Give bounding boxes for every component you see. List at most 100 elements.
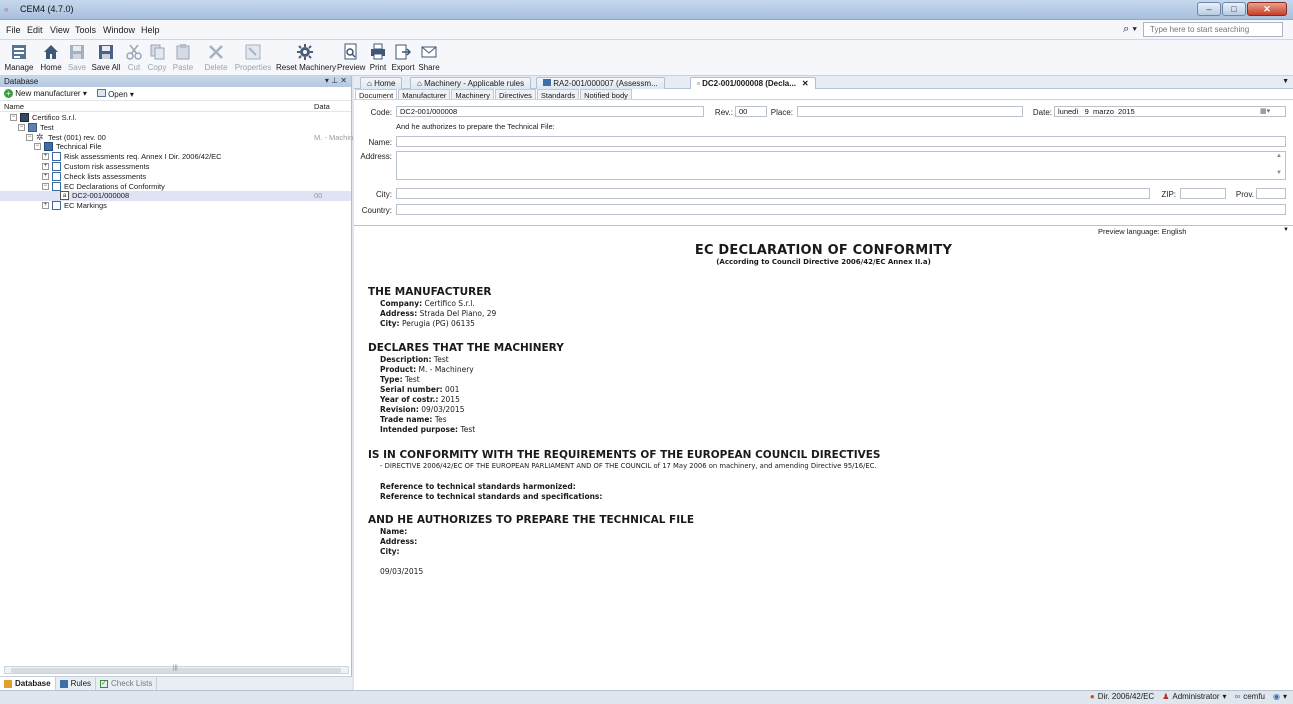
tab-database[interactable]: Database [0,677,56,690]
tree-node[interactable]: + EC Markings [0,201,351,211]
tree-node[interactable]: + Custom risk assessments [0,161,351,172]
expand-icon[interactable]: + [42,162,49,170]
delete-button[interactable]: Delete [201,43,231,72]
menu-file[interactable]: File [6,25,21,35]
address-label: Address: [360,152,392,161]
copy-button[interactable]: Copy [145,43,169,72]
status-directive[interactable]: ● Dir. 2006/42/EC [1090,692,1154,701]
manage-button[interactable]: Manage [4,43,34,72]
tab-machinery-rules[interactable]: ⌂ Machinery - Applicable rules [410,77,532,89]
place-field[interactable] [797,106,1023,117]
collapse-icon[interactable]: − [34,143,41,151]
rev-field[interactable] [735,106,767,117]
tree-node[interactable]: − EC Declarations of Conformity [0,181,351,192]
column-data[interactable]: Data [314,102,330,111]
export-button[interactable]: Export [390,43,416,72]
reset-machinery-button[interactable]: Reset Machinery [276,43,336,72]
subtab-standards[interactable]: Standards [536,89,580,100]
menu-window[interactable]: Window [103,25,135,35]
cut-button[interactable]: Cut [124,43,144,72]
collapse-icon[interactable]: − [42,182,49,190]
open-button[interactable]: Open ▾ [96,88,134,99]
zip-field[interactable] [1180,188,1226,199]
tab-declaration[interactable]: ▫ DC2-001/000008 (Decla... ✕ [690,77,816,89]
close-tab-icon[interactable]: ✕ [802,79,809,88]
tree-node[interactable]: − Test [0,122,351,133]
paste-button[interactable]: Paste [170,43,196,72]
tree-node-selected[interactable]: a DC2-001/000008 00 [0,191,351,202]
preview-language-select[interactable]: Preview language: English [1098,227,1186,236]
tree-node[interactable]: + Check lists assessments [0,171,351,182]
search-icon[interactable]: ⌕ ▾ [1123,23,1137,36]
printer-icon [371,43,385,60]
menu-edit[interactable]: Edit [27,25,43,35]
save-button[interactable]: Save [66,43,88,72]
tree-node[interactable]: − Technical File [0,142,351,152]
share-button[interactable]: Share [417,43,441,72]
copy-icon [150,44,165,60]
minimize-button[interactable]: – [1197,2,1221,16]
textarea-scroll-up-icon[interactable]: ▲ [1276,153,1282,159]
menu-help[interactable]: Help [141,25,160,35]
chevron-down-icon[interactable]: ▼ [1283,227,1289,233]
name-field[interactable] [396,136,1286,147]
rules-icon [59,679,68,688]
maximize-button[interactable]: □ [1222,2,1246,16]
serial-line: Serial number: 001 [380,385,460,394]
search-input[interactable] [1143,22,1283,37]
pane-bottom-tabs: Database Rules ✓ Check Lists [0,676,352,690]
preview-date: 09/03/2015 [380,567,424,576]
tabs-dropdown-icon[interactable]: ▼ [1282,78,1289,85]
preview-button[interactable]: Preview [337,43,365,72]
expand-icon[interactable]: + [42,202,49,210]
close-button[interactable]: ✕ [1247,2,1287,16]
declaration-form: Code: Rev.: Place: Date: ▦▾ And he autho… [354,100,1293,226]
pane-controls[interactable]: ▾ ⊥ ✕ [325,76,347,85]
collapse-icon[interactable]: − [18,123,25,131]
subtab-document[interactable]: Document [355,89,398,100]
collapse-icon[interactable]: − [26,133,33,141]
menu-tools[interactable]: Tools [75,25,96,35]
home-button[interactable]: Home [38,43,64,72]
document-pane: ⌂ Home ⌂ Machinery - Applicable rules RA… [354,76,1293,690]
code-field[interactable] [396,106,704,117]
city-field[interactable] [396,188,1150,199]
tab-home[interactable]: ⌂ Home [360,77,403,89]
tab-check-lists[interactable]: ✓ Check Lists [96,677,158,690]
tree-node[interactable]: − ✲ Test (001) rev. 00 M. - Machin [0,132,353,143]
column-name[interactable]: Name [4,102,24,111]
preview-icon [344,43,357,60]
print-button[interactable]: Print [367,43,389,72]
textarea-scroll-down-icon[interactable]: ▼ [1276,170,1282,176]
subtab-notified-body[interactable]: Notified body [580,89,632,100]
tree-node[interactable]: + Risk assessments req. Annex I Dir. 200… [0,152,351,162]
status-user[interactable]: ♟ Administrator ▾ [1162,692,1226,701]
date-field[interactable] [1054,106,1286,117]
tree-node[interactable]: − Certifico S.r.l. [0,113,351,123]
menu-view[interactable]: View [50,25,69,35]
properties-button[interactable]: Properties [233,43,273,72]
subtab-directives[interactable]: Directives [494,89,536,100]
expand-icon[interactable]: + [42,172,49,180]
document-subtabs: Document Manufacturer Machinery Directiv… [354,89,1293,100]
expand-icon[interactable]: + [42,153,49,161]
calendar-icon[interactable]: ▦▾ [1260,107,1270,115]
tab-risk-assessment[interactable]: RA2-001/000007 (Assessm... [536,77,665,89]
collapse-icon[interactable]: − [10,114,17,121]
preview-subtitle: (According to Council Directive 2006/42/… [716,258,931,266]
horizontal-scrollbar[interactable]: ||| [4,665,349,674]
prov-field[interactable] [1256,188,1286,199]
status-menu[interactable]: ◉ ▾ [1273,692,1287,701]
save-all-button[interactable]: Save All [90,43,122,72]
plus-icon: + [4,89,13,98]
new-manufacturer-button[interactable]: + New manufacturer ▾ [4,89,87,98]
country-field[interactable] [396,204,1286,215]
prov-label: Prov. [1235,190,1254,199]
status-account[interactable]: ∞ cemfu [1235,692,1266,701]
auth-address: Address: [380,537,418,546]
tab-rules[interactable]: Rules [56,677,97,690]
subtab-manufacturer[interactable]: Manufacturer [398,89,451,100]
address-field[interactable] [396,151,1286,180]
subtab-machinery[interactable]: Machinery [451,89,494,100]
scissors-icon [126,44,142,60]
